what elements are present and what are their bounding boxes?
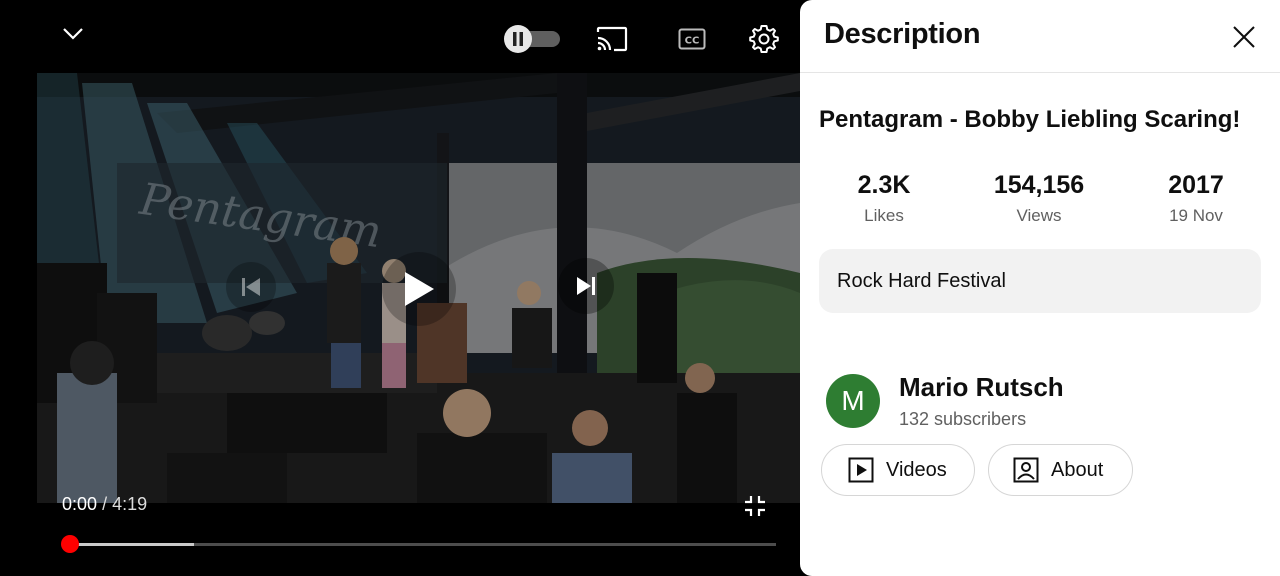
- about-label: About: [1051, 458, 1104, 481]
- channel-name[interactable]: Mario Rutsch: [899, 372, 1064, 403]
- upload-year: 2017: [1168, 171, 1224, 199]
- progress-bar[interactable]: [61, 535, 776, 553]
- video-player[interactable]: Pentagram CC 0:00 / 4:19: [0, 0, 800, 576]
- views-count: 154,156: [993, 171, 1085, 199]
- views-label: Views: [1016, 206, 1062, 225]
- likes-count: 2.3K: [857, 171, 911, 199]
- play-icon[interactable]: [382, 252, 456, 326]
- close-icon[interactable]: [1224, 20, 1264, 54]
- panel-header: Description: [800, 0, 1280, 73]
- video-title: Pentagram - Bobby Liebling Scaring!: [819, 106, 1241, 133]
- description-panel: Description Pentagram - Bobby Liebling S…: [800, 0, 1280, 576]
- app-root: Pentagram CC 0:00 / 4:19 Description Pen…: [0, 0, 1280, 576]
- cc-icon[interactable]: CC: [676, 25, 708, 53]
- progress-buffered: [70, 543, 194, 546]
- time-separator: /: [102, 494, 108, 514]
- skip-next-icon[interactable]: [558, 258, 614, 314]
- pause-toggle-icon: [504, 25, 532, 53]
- about-button[interactable]: About: [988, 444, 1133, 496]
- upload-date-stat: 2017 19 Nov: [1121, 171, 1271, 226]
- current-time: 0:00: [62, 494, 98, 514]
- views-stat: 154,156 Views: [964, 171, 1114, 226]
- gear-icon[interactable]: [746, 21, 782, 57]
- panel-title: Description: [824, 18, 981, 50]
- videos-label: Videos: [886, 458, 947, 481]
- skip-previous-icon[interactable]: [226, 262, 276, 312]
- autoplay-toggle[interactable]: [504, 25, 560, 53]
- upload-day-month: 19 Nov: [1169, 206, 1223, 225]
- video-library-icon: [846, 455, 876, 485]
- likes-label: Likes: [864, 206, 904, 225]
- videos-button[interactable]: Videos: [821, 444, 975, 496]
- progress-scrubber[interactable]: [61, 535, 79, 553]
- cast-icon[interactable]: [594, 24, 630, 54]
- time-display: 0:00 / 4:19: [62, 494, 147, 515]
- exit-fullscreen-icon[interactable]: [740, 492, 770, 520]
- description-box[interactable]: Rock Hard Festival: [819, 249, 1261, 313]
- avatar[interactable]: M: [826, 374, 880, 428]
- svg-text:CC: CC: [685, 36, 700, 47]
- description-text: Rock Hard Festival: [837, 270, 1006, 292]
- account-icon: [1011, 455, 1041, 485]
- subscriber-count: 132 subscribers: [899, 409, 1027, 429]
- duration: 4:19: [112, 494, 148, 514]
- chevron-down-icon[interactable]: [56, 20, 90, 48]
- likes-stat: 2.3K Likes: [809, 171, 959, 226]
